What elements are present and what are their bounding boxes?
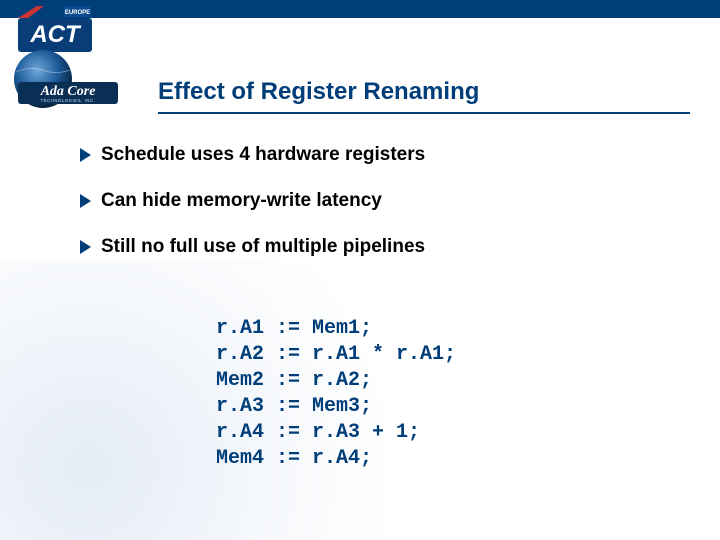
bullet-list: Schedule uses 4 hardware registers Can h… (80, 144, 680, 282)
adacore-logo-subtext: TECHNOLOGIES, INC. (41, 98, 96, 103)
title-container: Effect of Register Renaming (158, 78, 690, 114)
bullet-item: Still no full use of multiple pipelines (80, 236, 680, 258)
adacore-logo: Ada Core TECHNOLOGIES, INC. (12, 48, 122, 110)
slide-title: Effect of Register Renaming (158, 78, 690, 114)
bullet-text: Still no full use of multiple pipelines (101, 236, 425, 258)
adacore-logo-text: Ada Core (40, 84, 96, 99)
triangle-bullet-icon (80, 240, 91, 254)
bullet-text: Schedule uses 4 hardware registers (101, 144, 425, 166)
bullet-item: Schedule uses 4 hardware registers (80, 144, 680, 166)
code-block: r.A1 := Mem1; r.A2 := r.A1 * r.A1; Mem2 … (216, 316, 456, 472)
act-europe-logo: ACT EUROPE (18, 4, 92, 54)
logo-cluster: ACT EUROPE Ada Core TECHNOLOGIES, INC. (18, 4, 138, 114)
act-logo-text: ACT (29, 21, 82, 48)
triangle-bullet-icon (80, 194, 91, 208)
act-logo-subtext: EUROPE (65, 10, 90, 16)
bullet-item: Can hide memory-write latency (80, 190, 680, 212)
bullet-text: Can hide memory-write latency (101, 190, 382, 212)
triangle-bullet-icon (80, 148, 91, 162)
